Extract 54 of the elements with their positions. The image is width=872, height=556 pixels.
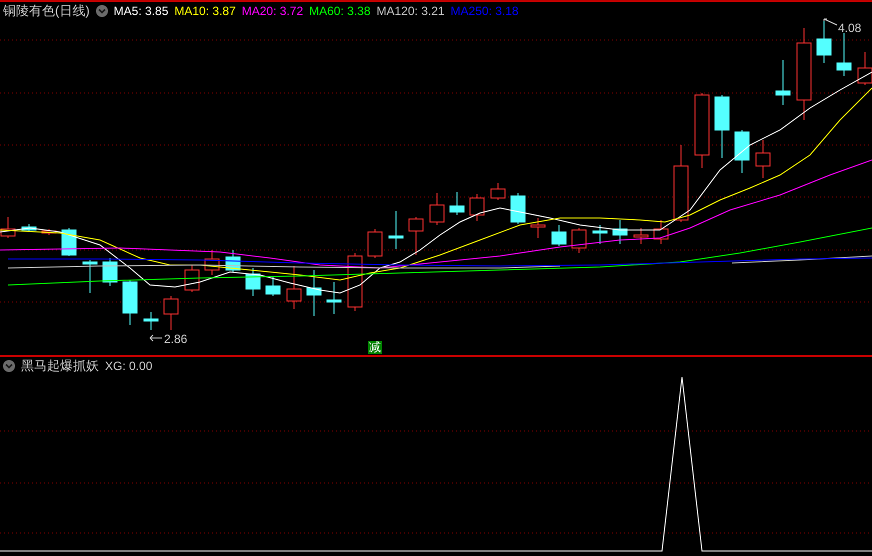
candlestick: [62, 228, 76, 256]
high-price-label: 4.08: [838, 20, 862, 37]
moving-average-value: MA250: 3.18: [450, 3, 519, 20]
candlestick: [306, 270, 322, 316]
candlestick: [82, 260, 98, 294]
candlestick: [326, 282, 342, 314]
candlestick: [634, 228, 648, 244]
candlestick: [592, 224, 608, 244]
candlestick: [430, 192, 444, 226]
candlestick: [226, 250, 240, 272]
candlestick: [836, 32, 852, 76]
indicator-title: 黑马起爆抓妖: [21, 357, 99, 376]
candlestick: [204, 250, 220, 276]
candlestick: [266, 276, 280, 296]
candlestick: [246, 268, 260, 296]
candlestick: [286, 266, 302, 310]
candlestick: [530, 218, 546, 238]
moving-average-value: MA120: 3.21: [376, 3, 445, 20]
candlestick: [490, 182, 506, 200]
candlestick: [184, 264, 200, 292]
candlestick: [714, 94, 730, 158]
moving-average-value: MA10: 3.87: [174, 3, 236, 20]
candlestick: [144, 312, 158, 330]
arrow-icon: [149, 334, 163, 342]
candlestick: [654, 220, 668, 244]
candlestick: [122, 280, 138, 326]
candlestick: [348, 252, 362, 312]
candlestick: [388, 210, 404, 250]
dropdown-icon[interactable]: [96, 5, 108, 17]
candlestick: [102, 258, 118, 286]
candlestick: [756, 140, 770, 178]
candlestick: [164, 296, 178, 330]
candlestick: [408, 216, 424, 256]
candlestick: [612, 220, 628, 244]
arrow-icon: [823, 18, 838, 28]
indicator-value: XG: 0.00: [105, 358, 152, 375]
candlestick: [42, 228, 56, 236]
candlestick: [470, 194, 484, 222]
candlestick: [816, 20, 832, 64]
dropdown-icon[interactable]: [3, 360, 15, 372]
candlestick: [510, 192, 526, 224]
moving-average-value: MA5: 3.85: [114, 3, 168, 20]
candlestick: [368, 228, 382, 258]
candlestick: [450, 192, 464, 216]
chart-title: 铜陵有色(日线): [3, 2, 90, 20]
candlestick: [572, 228, 586, 254]
candlestick: [552, 224, 566, 246]
moving-average-value: MA20: 3.72: [242, 3, 304, 20]
low-price-label: 2.86: [164, 331, 188, 348]
candlestick: [734, 130, 750, 174]
candlestick: [22, 224, 36, 232]
candlestick: [776, 60, 790, 106]
signal-badge: 减: [368, 341, 382, 354]
moving-average-value: MA60: 3.38: [309, 3, 370, 20]
